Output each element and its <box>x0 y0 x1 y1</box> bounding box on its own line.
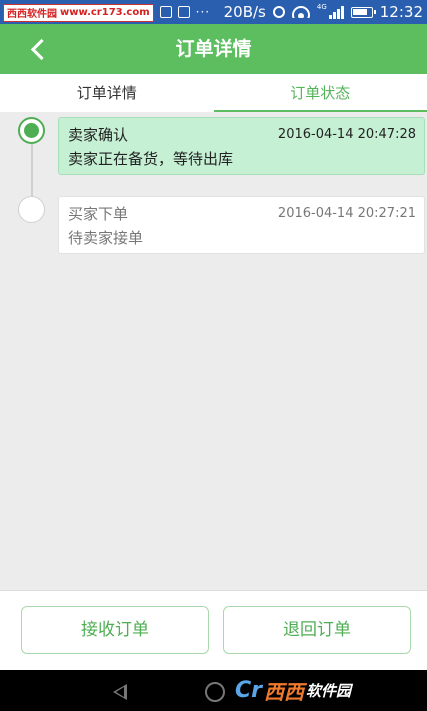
back-arrow-icon[interactable] <box>28 38 50 60</box>
timeline-dot-active <box>18 117 45 144</box>
watermark-brand: 西西软件园 <box>7 9 57 20</box>
more-dots: ··· <box>195 5 211 19</box>
brand-xixi-text: 西西 <box>264 680 304 704</box>
tab-order-details[interactable]: 订单详情 <box>0 74 214 112</box>
tab-order-status[interactable]: 订单状态 <box>213 74 427 112</box>
navigation-bar: Cr 西西 软件园 <box>0 670 427 711</box>
status-right: 20B/s 4G 12:32 <box>224 0 423 24</box>
brand-watermark: Cr 西西 软件园 <box>235 674 351 707</box>
timeline-description: 待卖家接单 <box>68 229 144 247</box>
image-icon <box>159 6 172 18</box>
brand-logo-text: Cr <box>235 678 262 703</box>
notification-icons: ··· <box>159 5 211 19</box>
action-bar: 接收订单 退回订单 <box>0 590 427 670</box>
signal-icon <box>328 5 344 19</box>
timeline-description: 卖家正在备货，等待出库 <box>68 150 234 168</box>
status-left: 西西软件园 www.cr173.com ··· <box>0 0 210 24</box>
wifi-icon <box>291 6 310 18</box>
watermark-url: www.cr173.com <box>60 7 150 18</box>
page-title: 订单详情 <box>175 38 252 60</box>
app-header: 订单详情 <box>0 24 427 74</box>
return-order-button[interactable]: 退回订单 <box>223 606 411 654</box>
status-bar: 西西软件园 www.cr173.com ··· 20B/s 4G 12:32 <box>0 0 427 24</box>
tab-bar: 订单详情 订单状态 <box>0 74 427 112</box>
nav-back-icon[interactable] <box>113 684 127 700</box>
timeline-time: 2016-04-14 20:47:28 <box>277 127 416 142</box>
alarm-icon <box>272 6 285 18</box>
timeline-dot-inactive <box>18 196 45 223</box>
timeline-card-buyer-order: 买家下单 2016-04-14 20:27:21 待卖家接单 <box>58 196 425 254</box>
timeline-time: 2016-04-14 20:27:21 <box>277 206 416 221</box>
network-type: 4G <box>316 3 327 11</box>
receive-order-button[interactable]: 接收订单 <box>21 606 209 654</box>
image-icon <box>177 6 190 18</box>
watermark: 西西软件园 www.cr173.com <box>3 3 154 22</box>
timeline-card-seller-confirm: 卖家确认 2016-04-14 20:47:28 卖家正在备货，等待出库 <box>58 117 425 175</box>
nav-home-icon[interactable] <box>205 682 225 702</box>
timeline-title: 买家下单 <box>68 205 129 223</box>
timeline-title: 卖家确认 <box>68 126 129 144</box>
brand-name-text: 软件园 <box>306 682 352 700</box>
clock: 12:32 <box>379 3 423 21</box>
network-speed: 20B/s <box>223 3 266 21</box>
battery-icon <box>350 6 376 18</box>
